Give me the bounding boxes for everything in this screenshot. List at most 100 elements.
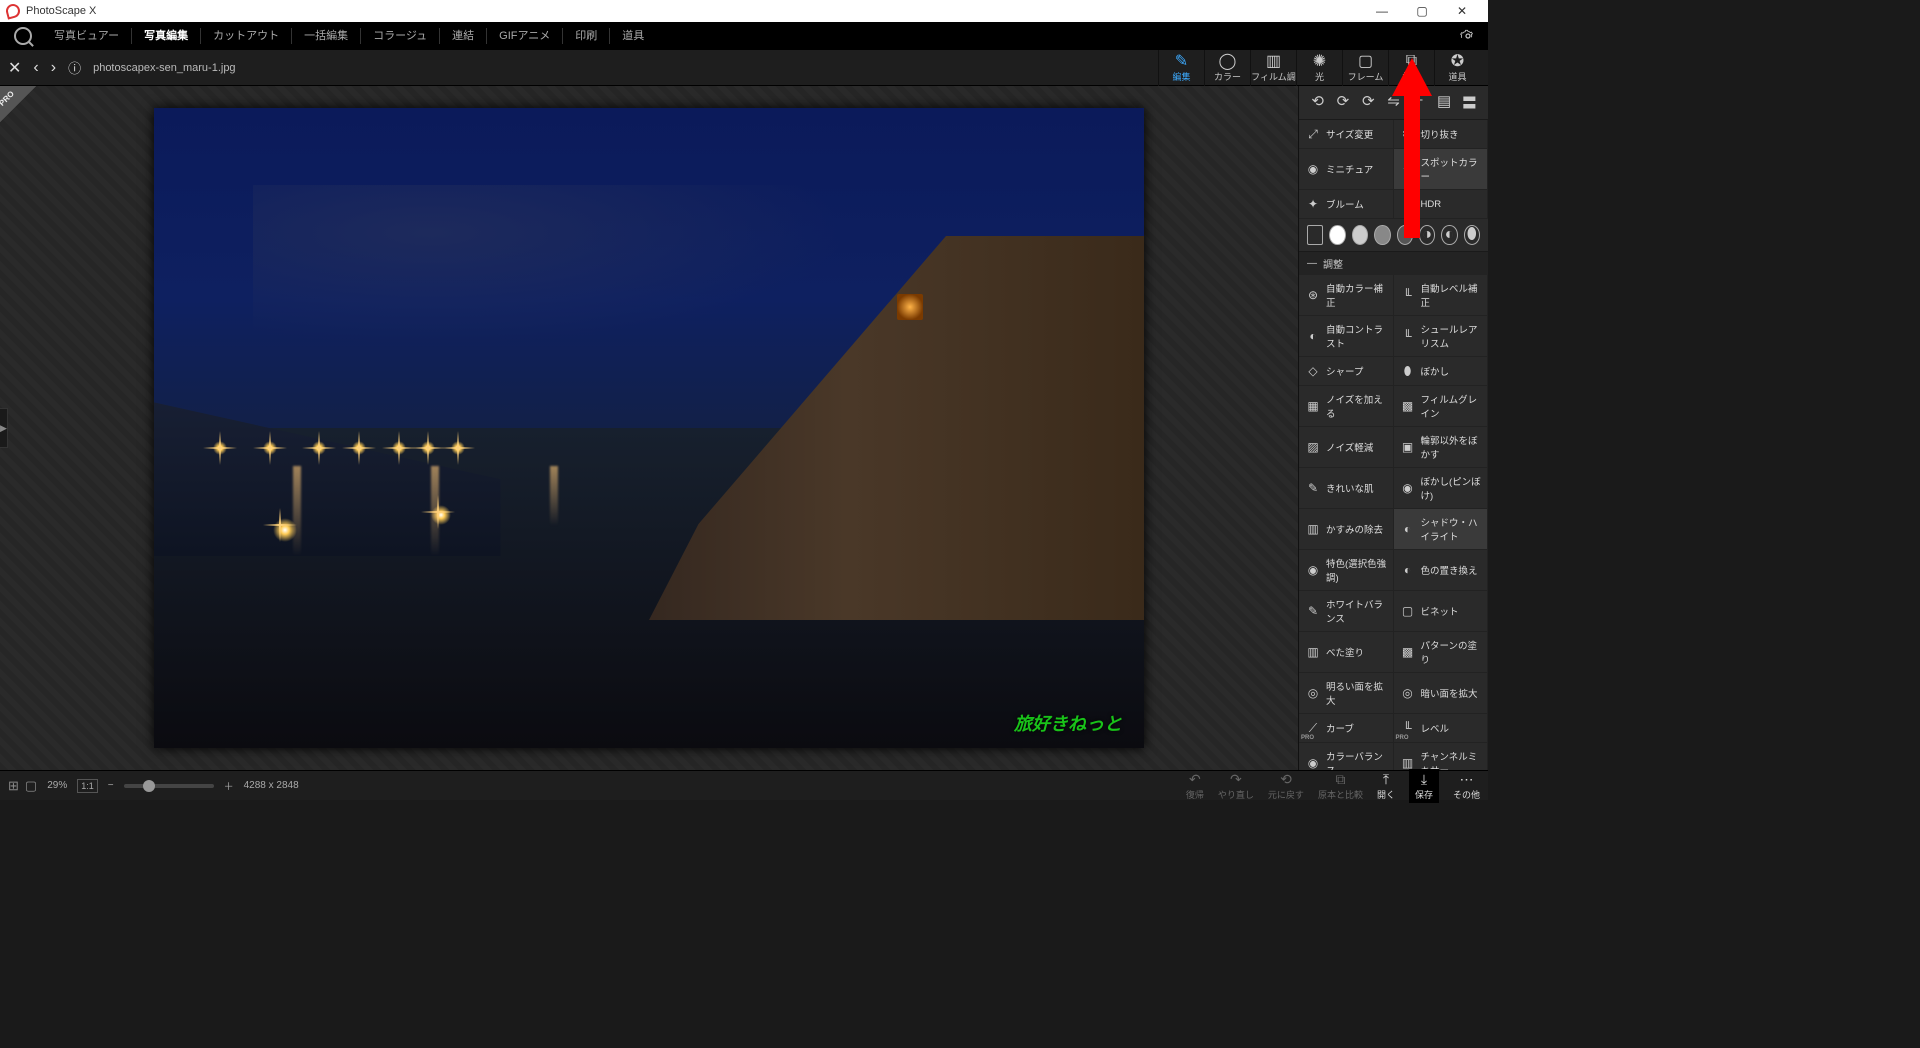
panel-暗い面を拡大[interactable]: ◎暗い面を拡大 xyxy=(1394,673,1489,714)
panel-パターンの塗り[interactable]: ▩パターンの塗り xyxy=(1394,632,1489,673)
カラー-icon: ◯ xyxy=(1205,52,1250,70)
transform-btn-0[interactable]: ⟲ xyxy=(1309,92,1326,113)
panel-自動コントラスト[interactable]: ◐自動コントラスト xyxy=(1299,316,1394,357)
titlebar: PhotoScape X ― ▢ ✕ xyxy=(0,0,1488,22)
app-title: PhotoScape X xyxy=(26,5,96,17)
mainmenu-印刷[interactable]: 印刷 xyxy=(563,22,609,50)
shape-presets-row: ◑ ◐ ⬮ xyxy=(1299,219,1488,252)
shape-preset-1[interactable] xyxy=(1329,225,1345,245)
shape-preset-7[interactable]: ⬮ xyxy=(1464,225,1480,245)
panel-フィルムグレイン[interactable]: ▩フィルムグレイン xyxy=(1394,386,1489,427)
panel-べた塗り[interactable]: ▥べた塗り xyxy=(1299,632,1394,673)
file-info-button[interactable]: ⓘ xyxy=(68,58,81,77)
window-close-button[interactable]: ✕ xyxy=(1442,4,1482,18)
zoom-slider[interactable] xyxy=(124,784,214,788)
panel-ブルーム[interactable]: ✦ブルーム xyxy=(1299,190,1394,219)
panel-icon: ✂ xyxy=(1400,126,1416,142)
panel-カラーバランス[interactable]: ◉カラーバランスPRO xyxy=(1299,743,1394,770)
panel-HDR[interactable]: ◐HDR xyxy=(1394,190,1489,219)
shape-preset-5[interactable]: ◑ xyxy=(1419,225,1435,245)
panel-ミニチュア[interactable]: ◉ミニチュア xyxy=(1299,149,1394,190)
tooltab-編集[interactable]: ✎編集 xyxy=(1158,50,1204,86)
panel-自動カラー補正[interactable]: ⊛自動カラー補正 xyxy=(1299,275,1394,316)
transform-btn-4[interactable]: ⌐ xyxy=(1410,92,1427,113)
mainmenu-写真ビュアー[interactable]: 写真ビュアー xyxy=(42,22,131,50)
nav-forward-button[interactable]: › xyxy=(51,59,56,77)
panel-かすみの除去[interactable]: ▥かすみの除去 xyxy=(1299,509,1394,550)
zoom-percent-label: 29% xyxy=(47,780,67,791)
panel-icon: ✎ xyxy=(1305,480,1321,496)
transform-btn-6[interactable]: 〓 xyxy=(1461,92,1478,113)
shape-preset-4[interactable] xyxy=(1397,225,1413,245)
window-maximize-button[interactable]: ▢ xyxy=(1402,4,1442,18)
panel-カーブ[interactable]: ⟋カーブPRO xyxy=(1299,714,1394,743)
status-開く[interactable]: ⤒開く xyxy=(1377,771,1395,801)
panel-ノイズを加える[interactable]: ▦ノイズを加える xyxy=(1299,386,1394,427)
zoom-1to1-button[interactable]: 1:1 xyxy=(77,779,98,793)
tooltab-フィルム調[interactable]: ▥フィルム調 xyxy=(1250,50,1296,86)
grid-view-icon[interactable]: ⊞ xyxy=(8,778,19,794)
mainmenu-コラージュ[interactable]: コラージュ xyxy=(361,22,439,50)
panel-色の置き換え[interactable]: ◐色の置き換え xyxy=(1394,550,1489,591)
window-minimize-button[interactable]: ― xyxy=(1362,4,1402,18)
app-logo-icon xyxy=(4,2,21,19)
zoom-out-button[interactable]: − xyxy=(108,780,114,791)
shape-preset-2[interactable] xyxy=(1352,225,1368,245)
tooltab-カラー[interactable]: ◯カラー xyxy=(1204,50,1250,86)
transform-btn-5[interactable]: ▤ xyxy=(1435,92,1452,113)
panel-シャドウ・ハイライト[interactable]: ◐シャドウ・ハイライト xyxy=(1394,509,1489,550)
panel-レベル[interactable]: ╙レベルPRO xyxy=(1394,714,1489,743)
close-file-button[interactable]: ✕ xyxy=(8,58,21,78)
panel-ぼかし[interactable]: ⬮ぼかし xyxy=(1394,357,1489,386)
tooltab-光[interactable]: ✺光 xyxy=(1296,50,1342,86)
settings-gear-icon[interactable] xyxy=(1460,28,1476,44)
mainmenu-一括編集[interactable]: 一括編集 xyxy=(292,22,360,50)
zoom-in-button[interactable]: ＋ xyxy=(224,778,234,793)
panel-特色(選択色強調)[interactable]: ◉特色(選択色強調) xyxy=(1299,550,1394,591)
panel-サイズ変更[interactable]: ⤢サイズ変更 xyxy=(1299,120,1394,149)
panel-icon: ▩ xyxy=(1400,644,1416,660)
panel-自動レベル補正[interactable]: ╙自動レベル補正 xyxy=(1394,275,1489,316)
adjust-section-header[interactable]: —調整 xyxy=(1299,252,1488,275)
panel-明るい面を拡大[interactable]: ◎明るい面を拡大 xyxy=(1299,673,1394,714)
fit-screen-icon[interactable]: ▢ xyxy=(25,778,37,794)
panel-切り抜き[interactable]: ✂切り抜き xyxy=(1394,120,1489,149)
panel-icon: ▨ xyxy=(1305,439,1321,455)
panel-シュールレアリスム[interactable]: ╙シュールレアリスム xyxy=(1394,316,1489,357)
tooltab-道具[interactable]: ✪道具 xyxy=(1434,50,1480,86)
status-やり直し: ↷やり直し xyxy=(1218,771,1254,801)
panel-icon: ✎ xyxy=(1305,603,1321,619)
panel-スポットカラー[interactable]: ✦スポットカラー xyxy=(1394,149,1489,190)
mainmenu-カットアウト[interactable]: カットアウト xyxy=(201,22,291,50)
shape-preset-0[interactable] xyxy=(1307,225,1323,245)
transform-btn-3[interactable]: ⇋ xyxy=(1385,92,1402,113)
tooltab-挿入[interactable]: ⧉挿入 xyxy=(1388,50,1434,86)
panel-ビネット[interactable]: ▢ビネット xyxy=(1394,591,1489,632)
transform-btn-2[interactable]: ⟳ xyxy=(1360,92,1377,113)
panel-きれいな肌[interactable]: ✎きれいな肌 xyxy=(1299,468,1394,509)
panel-expander-button[interactable]: ▶ xyxy=(0,408,8,448)
panel-ホワイトバランス[interactable]: ✎ホワイトバランス xyxy=(1299,591,1394,632)
mainmenu-連結[interactable]: 連結 xyxy=(440,22,486,50)
main-menu: 写真ビュアー写真編集カットアウト一括編集コラージュ連結GIFアニメ印刷道具 xyxy=(0,22,1488,50)
panel-ノイズ軽減[interactable]: ▨ノイズ軽減 xyxy=(1299,427,1394,468)
panel-輪郭以外をぼかす[interactable]: ▣輪郭以外をぼかす xyxy=(1394,427,1489,468)
mainmenu-GIFアニメ[interactable]: GIFアニメ xyxy=(487,22,562,50)
filename-label: photoscapex-sen_maru-1.jpg xyxy=(93,62,235,74)
panel-チャンネルミキサー[interactable]: ▥チャンネルミキサーPRO xyxy=(1394,743,1489,770)
search-icon[interactable] xyxy=(14,27,32,45)
panel-icon: ▩ xyxy=(1400,398,1416,414)
mainmenu-道具[interactable]: 道具 xyxy=(610,22,656,50)
transform-btn-1[interactable]: ⟳ xyxy=(1334,92,1351,113)
mainmenu-写真編集[interactable]: 写真編集 xyxy=(132,22,200,50)
panel-シャープ[interactable]: ◇シャープ xyxy=(1299,357,1394,386)
nav-back-button[interactable]: ‹ xyxy=(33,59,38,77)
tooltab-フレーム[interactable]: ▢フレーム xyxy=(1342,50,1388,86)
panel-ぼかし(ピンぼけ)[interactable]: ◉ぼかし(ピンぼけ) xyxy=(1394,468,1489,509)
status-その他[interactable]: ⋯その他 xyxy=(1453,771,1480,801)
shape-preset-3[interactable] xyxy=(1374,225,1390,245)
status-保存[interactable]: ⤓保存 xyxy=(1409,769,1439,803)
canvas-area[interactable]: PRO ▶ 旅好きねっと xyxy=(0,86,1298,770)
panel-icon: ⟋ xyxy=(1305,720,1321,736)
shape-preset-6[interactable]: ◐ xyxy=(1441,225,1457,245)
